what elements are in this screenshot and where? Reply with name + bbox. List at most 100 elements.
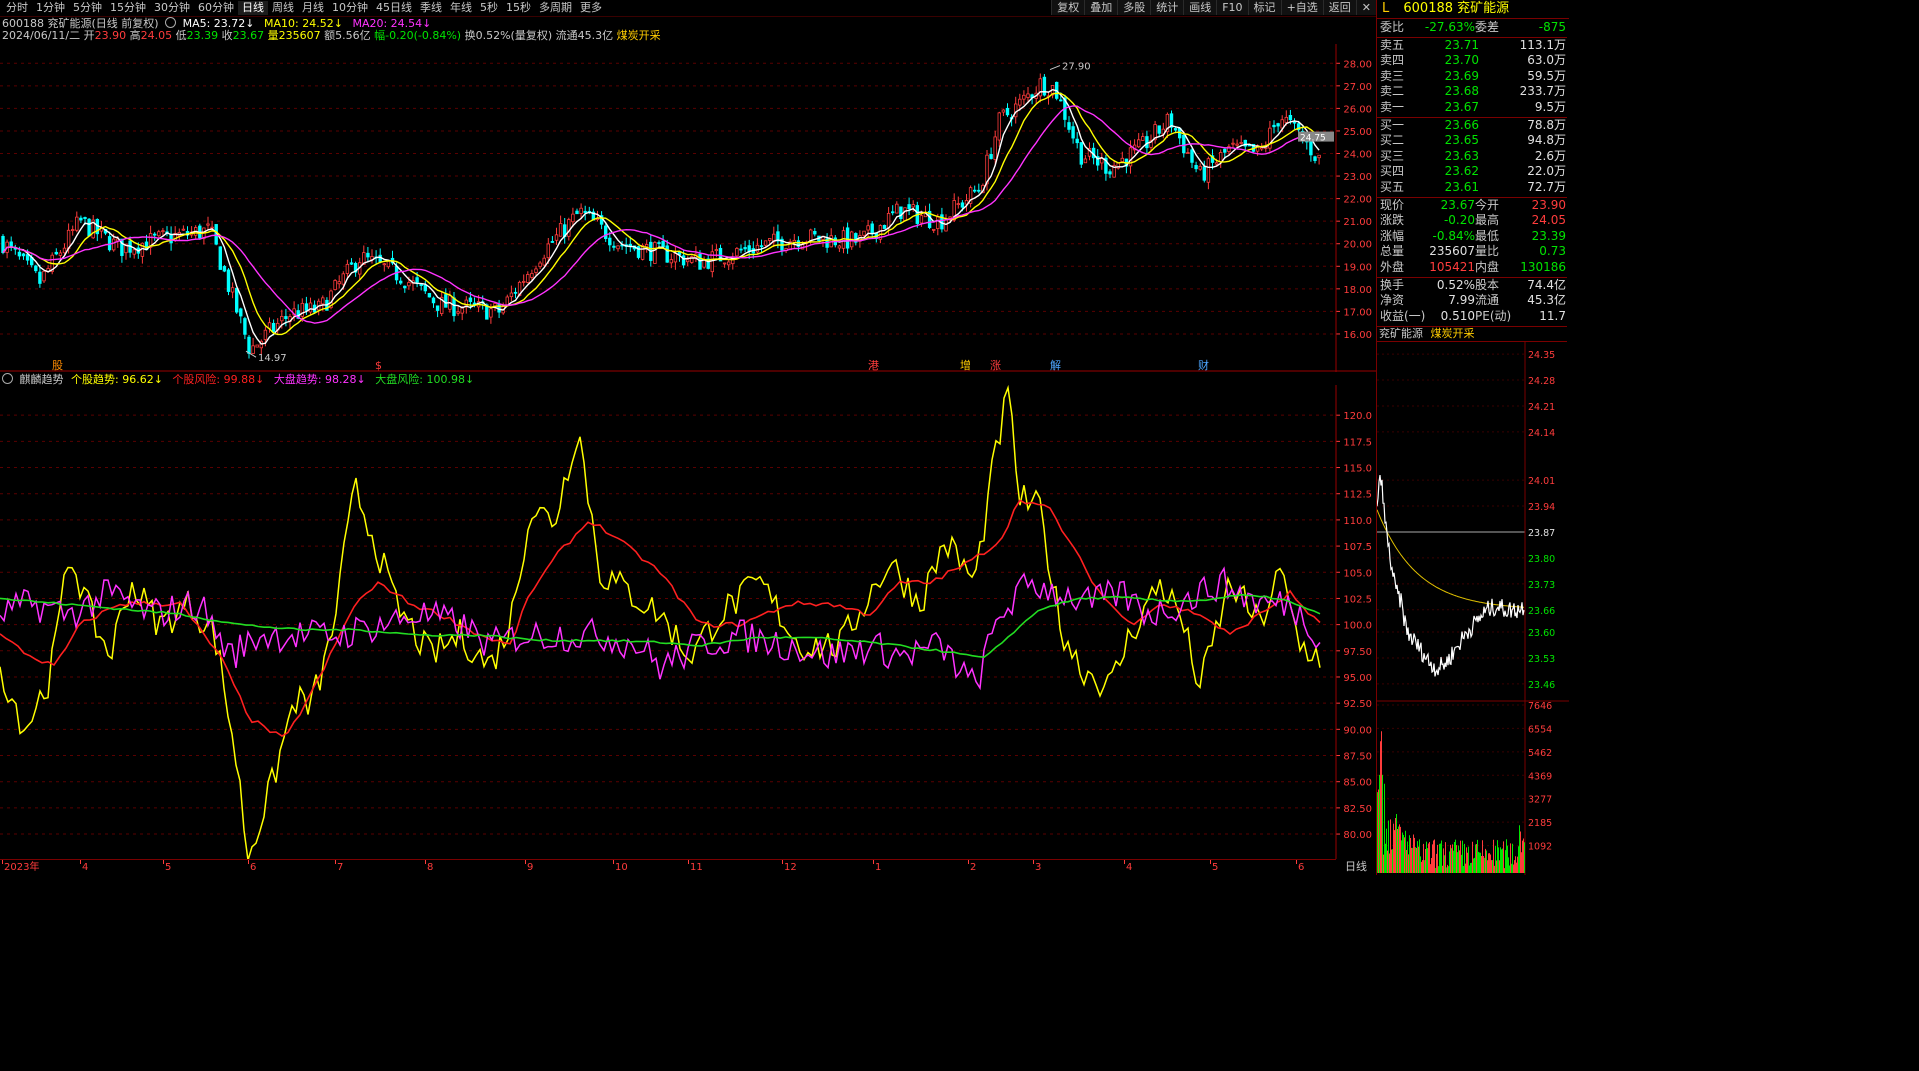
quote-value: 130186	[1520, 260, 1566, 274]
period-tab-6[interactable]: 日线	[238, 1, 268, 15]
period-tab-0[interactable]: 分时	[2, 1, 32, 15]
quote-header: L 600188 兖矿能源	[1377, 0, 1569, 19]
candle-body	[903, 207, 907, 222]
period-tab-8[interactable]: 月线	[298, 1, 328, 15]
candle-body	[735, 247, 739, 257]
tool-button-0[interactable]: 复权	[1051, 0, 1085, 15]
ask-label: 卖五	[1380, 37, 1405, 52]
period-tab-10[interactable]: 45日线	[372, 1, 416, 15]
candle-body	[243, 318, 247, 335]
event-marker[interactable]: $	[375, 360, 382, 372]
indicator-axis-tick: 87.50	[1343, 752, 1372, 763]
candle-body	[9, 241, 13, 247]
event-marker[interactable]: 解	[1050, 360, 1061, 372]
ask-row[interactable]: 卖四 23.70 63.0万	[1377, 53, 1567, 68]
quote-label: 换手	[1380, 277, 1405, 292]
date-tick-mark	[2, 860, 3, 864]
tool-button-1[interactable]: 叠加	[1084, 0, 1118, 15]
candle-body	[25, 254, 30, 261]
tool-button-6[interactable]: 标记	[1247, 0, 1281, 15]
indicator-axis-tick: 107.5	[1343, 542, 1372, 553]
period-tab-15[interactable]: 多周期	[535, 1, 576, 15]
period-tab-2[interactable]: 5分钟	[69, 1, 106, 15]
candle-body	[1194, 165, 1198, 170]
mini-sector[interactable]: 煤炭开采	[1431, 327, 1475, 340]
intraday-price-line	[1377, 475, 1525, 677]
ask-row[interactable]: 卖一 23.67 9.5万	[1377, 100, 1567, 115]
period-tab-13[interactable]: 5秒	[476, 1, 502, 15]
quote-label: PE(动)	[1475, 308, 1512, 323]
bid-label: 买五	[1380, 180, 1405, 194]
period-tab-9[interactable]: 10分钟	[328, 1, 372, 15]
event-marker[interactable]: 财	[1198, 360, 1209, 372]
quote-label: 最低	[1475, 228, 1500, 243]
ask-label: 卖二	[1380, 84, 1405, 99]
bid-row[interactable]: 买五 23.61 72.7万	[1377, 180, 1567, 195]
bid-row[interactable]: 买二 23.65 94.8万	[1377, 133, 1567, 148]
mini-axis-tick: 23.53	[1528, 654, 1555, 665]
bid-row[interactable]: 买一 23.66 78.8万	[1377, 118, 1567, 133]
candle-body	[423, 284, 427, 292]
stat-row: 涨幅 -0.84% 最低 23.39	[1377, 229, 1567, 244]
candle-body	[763, 240, 768, 246]
candle-body	[513, 291, 518, 294]
period-tab-4[interactable]: 30分钟	[150, 1, 194, 15]
tool-button-5[interactable]: F10	[1216, 0, 1248, 15]
candle-body	[431, 297, 436, 304]
date-tick: 6	[250, 862, 257, 873]
date-tick: 5	[1212, 862, 1219, 873]
candle-body	[1, 235, 5, 253]
period-tab-11[interactable]: 季线	[416, 1, 446, 15]
kline-chart[interactable]: 28.00 27.00 26.00 25.00 24.00 23.00 22.00 21.00…	[0, 44, 1376, 372]
tool-button-3[interactable]: 统计	[1150, 0, 1184, 15]
event-marker[interactable]: 涨	[990, 360, 1001, 372]
close-icon[interactable]: ✕	[1355, 0, 1376, 15]
candle-body	[1141, 136, 1145, 141]
candle-body	[1214, 162, 1219, 165]
event-marker[interactable]: 港	[868, 360, 879, 372]
mini-axis-tick: 23.94	[1528, 502, 1555, 513]
bid-row[interactable]: 买三 23.63 2.6万	[1377, 149, 1567, 164]
indicator-axis-tick: 85.00	[1343, 778, 1372, 789]
quote-label: 涨跌	[1380, 213, 1405, 228]
candle-body	[230, 287, 235, 293]
ask-row[interactable]: 卖二 23.68 233.7万	[1377, 84, 1567, 99]
ask-row[interactable]: 卖五 23.71 113.1万	[1377, 38, 1567, 53]
period-tab-12[interactable]: 年线	[446, 1, 476, 15]
mini-vol-tick: 5462	[1528, 748, 1552, 759]
settings-icon[interactable]	[2, 373, 13, 384]
candle-body	[1108, 171, 1112, 175]
mini-axis-tick: 23.46	[1528, 680, 1555, 691]
event-marker-row: 股 $ 港 增 涨 解 财	[0, 360, 1336, 372]
period-tab-14[interactable]: 15秒	[502, 1, 535, 15]
period-tab-7[interactable]: 周线	[268, 1, 298, 15]
candle-body	[932, 228, 936, 231]
period-tab-1[interactable]: 1分钟	[32, 1, 69, 15]
tool-button-4[interactable]: 画线	[1183, 0, 1217, 15]
event-marker[interactable]: 股	[52, 360, 63, 372]
candle-body	[206, 223, 210, 226]
indicator-chart[interactable]: 120.0 117.5 115.0 112.5 110.0 107.5 105.0 102.5…	[0, 385, 1376, 859]
indicator-axis-tick: 82.50	[1343, 804, 1372, 815]
period-tab-3[interactable]: 15分钟	[106, 1, 150, 15]
period-tab-5[interactable]: 60分钟	[194, 1, 238, 15]
ask-row[interactable]: 卖三 23.69 59.5万	[1377, 69, 1567, 84]
bid-row[interactable]: 买四 23.62 22.0万	[1377, 164, 1567, 179]
candle-body	[112, 238, 116, 251]
quote-value: -0.84%	[1432, 228, 1475, 243]
intraday-chart[interactable]: 24.35 24.28 24.21 24.14 24.01 23.94 23.87 23.80…	[1377, 341, 1569, 875]
tool-button-8[interactable]: 返回	[1322, 0, 1356, 15]
period-tab-16[interactable]: 更多	[576, 1, 606, 15]
sector-link[interactable]: 煤炭开采	[617, 29, 661, 42]
mini-axis-tick: 23.66	[1528, 606, 1555, 617]
candle-body	[837, 245, 842, 249]
candle-body	[1280, 119, 1284, 129]
candle-body	[161, 230, 165, 233]
tool-button-7[interactable]: +自选	[1280, 0, 1323, 15]
candle-body	[1276, 123, 1280, 127]
kline-axis-tick: 18.00	[1343, 285, 1372, 296]
settings-icon[interactable]	[165, 17, 177, 28]
tool-button-2[interactable]: 多股	[1117, 0, 1151, 15]
quote-value: -875	[1538, 20, 1566, 34]
event-marker[interactable]: 增	[960, 360, 971, 372]
